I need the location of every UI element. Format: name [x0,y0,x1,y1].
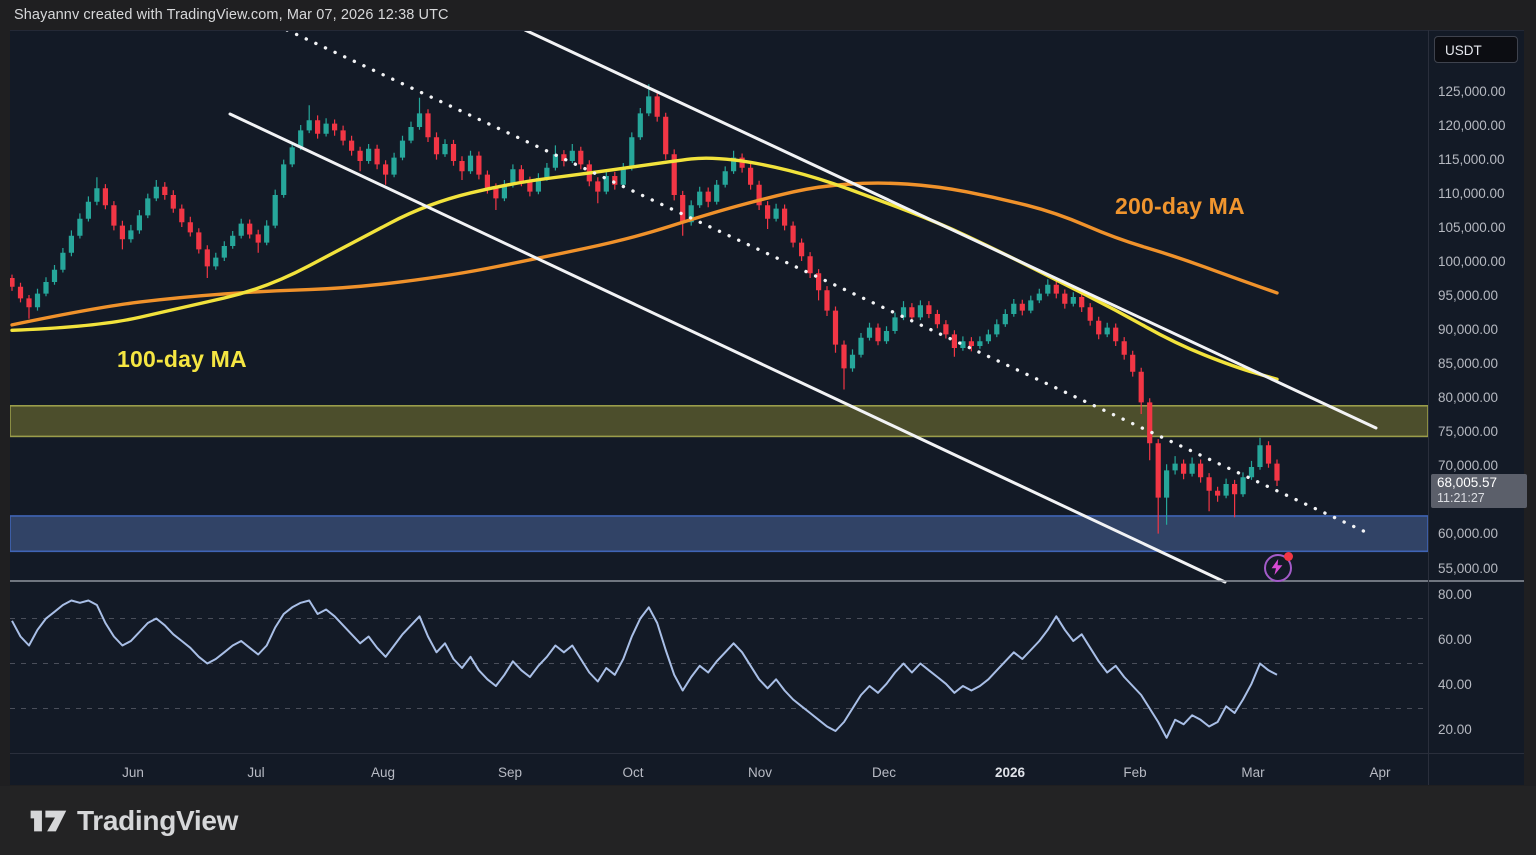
rsi-axis-label: 40.00 [1438,677,1472,692]
candle-wicks-down [11,91,1278,534]
time-axis-label-2026[interactable]: 2026 [995,765,1026,780]
time-axis-label-Apr[interactable]: Apr [1369,765,1391,780]
price-axis-label: 100,000.00 [1438,254,1506,269]
time-axis-label-Aug[interactable]: Aug [371,765,395,780]
price-axis-label: 85,000.00 [1438,356,1499,371]
lightning-bolt-icon [1271,559,1283,575]
price-axis-label: 75,000.00 [1438,424,1499,439]
price-axis-label: 55,000.00 [1438,561,1499,576]
alert-flash-icon[interactable] [1263,552,1293,582]
time-axis-label-Jul[interactable]: Jul [247,765,264,780]
tradingview-logo: TradingView [28,804,238,838]
price-axis-label: 115,000.00 [1438,152,1505,167]
time-axis-label-Jun[interactable]: Jun [122,765,144,780]
notification-dot [1284,552,1293,561]
chart-panel: Jun Jul Aug Sep Oct Nov Dec 2026 Feb Mar Apr 100-d… [10,30,1527,785]
time-axis-label-Mar[interactable]: Mar [1241,765,1265,780]
ma100-label: 100-day MA [117,346,247,372]
bottom-brand-bar: TradingView [0,786,1536,855]
current-price-badge: 68,005.57 11:21:27 [1431,474,1527,508]
rsi-line[interactable] [11,599,1278,739]
tradingview-mark-icon [30,810,67,832]
rsi-axis-label: 80.00 [1438,587,1472,602]
candle-bodies-up [34,96,1263,498]
attribution-text: Shayannv created with TradingView.com, M… [14,7,449,23]
ma200-label: 200-day MA [1115,193,1245,219]
time-axis-label-Sep[interactable]: Sep [498,765,522,780]
price-axis-label: 70,000.00 [1438,458,1499,473]
candle-wicks-up [36,84,1261,525]
channel-upper-solid[interactable] [523,30,1378,430]
chart-canvas[interactable]: Jun Jul Aug Sep Oct Nov Dec 2026 Feb Mar Apr [10,30,1524,785]
bar-countdown: 11:21:27 [1437,490,1485,505]
rsi-axis-label: 60.00 [1438,632,1472,647]
time-axis-label-Feb[interactable]: Feb [1123,765,1146,780]
price-axis-label: 95,000.00 [1438,288,1499,303]
price-axis-label: 110,000.00 [1438,186,1505,201]
price-axis-label: 125,000.00 [1438,84,1506,99]
price-axis-label: 120,000.00 [1438,118,1506,133]
price-axis-label: 60,000.00 [1438,526,1499,541]
tradingview-screenshot: Shayannv created with TradingView.com, M… [0,0,1536,855]
price-axis[interactable]: USDT 125,000.00 120,000.00 115,000.00 110,0… [1428,30,1527,785]
price-axis-label: 80,000.00 [1438,390,1499,405]
time-axis-label-Oct[interactable]: Oct [622,765,643,780]
tradingview-wordmark: TradingView [77,805,239,836]
support-zone[interactable] [10,515,1429,553]
currency-toggle-button[interactable]: USDT [1434,36,1518,63]
last-price-value: 68,005.57 [1437,475,1498,490]
resistance-zone[interactable] [10,404,1429,438]
time-axis-label-Nov[interactable]: Nov [748,765,772,780]
diagonal-dotted[interactable] [285,30,1374,537]
price-axis-label: 105,000.00 [1438,220,1506,235]
price-axis-label: 90,000.00 [1438,322,1499,337]
rsi-axis-label: 20.00 [1438,722,1472,737]
time-axis-label-Dec[interactable]: Dec [872,765,896,780]
